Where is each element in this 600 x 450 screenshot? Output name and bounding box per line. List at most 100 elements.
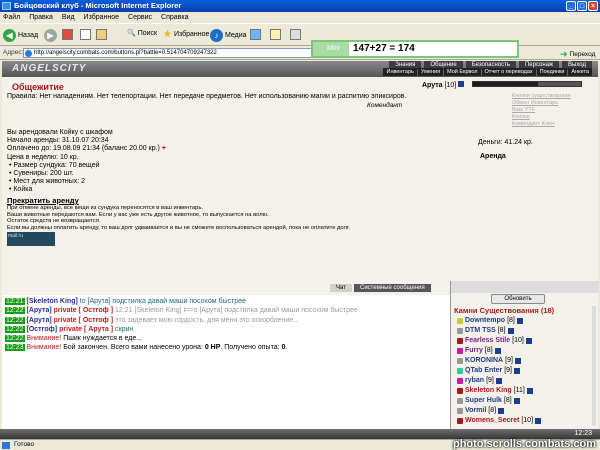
- menu-favorites[interactable]: Избранное: [84, 12, 119, 23]
- info-icon[interactable]: [526, 388, 533, 394]
- user-entry[interactable]: QTab Enter [9]: [457, 366, 541, 376]
- chat-text: это задевает мою гордость, для меня это …: [113, 316, 300, 324]
- side-link-2[interactable]: Обмен Инвентарь: [512, 100, 571, 107]
- info-icon[interactable]: [525, 338, 532, 344]
- online-panel: Обновить Камни Существования (18) Downte…: [450, 281, 599, 429]
- chat-time[interactable]: 12:22: [5, 307, 25, 315]
- home-button[interactable]: [96, 29, 107, 40]
- user-entry[interactable]: Super Hulk [8]: [457, 396, 541, 406]
- user-entry[interactable]: DTM TSS [8]: [457, 326, 541, 336]
- minimize-button[interactable]: _: [566, 1, 576, 11]
- chat-time[interactable]: 12:23: [5, 344, 25, 352]
- print-button[interactable]: [290, 29, 301, 40]
- chat-text: 12:21 [Skeleton King] t==o [Арута] подст…: [113, 307, 358, 315]
- media-button[interactable]: ♪ Медиа: [210, 29, 247, 42]
- tab-system-messages[interactable]: Системные сообщения: [354, 284, 431, 292]
- info-icon[interactable]: [535, 418, 542, 424]
- subtab-profile[interactable]: Анкета: [568, 68, 592, 76]
- clan-icon: [457, 348, 463, 354]
- user-name: Womens_Secret: [465, 417, 520, 424]
- side-link-1[interactable]: Кнопки существования: [512, 93, 571, 100]
- chat-time[interactable]: 12:22: [5, 335, 25, 343]
- refresh-online-button[interactable]: Обновить: [491, 294, 545, 304]
- menu-view[interactable]: Вид: [62, 12, 75, 23]
- hp-bar: [472, 81, 582, 87]
- chat-time[interactable]: 12:21: [5, 298, 25, 305]
- maximize-button[interactable]: □: [577, 1, 587, 11]
- menu-edit[interactable]: Правка: [29, 12, 53, 23]
- chat-panel: Чат Системные сообщения 12:21 [Skeleton …: [2, 281, 450, 429]
- user-entry[interactable]: Womens_Secret [10]: [457, 416, 542, 426]
- search-button[interactable]: 🔍 Поиск: [127, 29, 158, 38]
- chat-private[interactable]: private [ Остгоф ]: [54, 317, 113, 324]
- subtab-ekrvol[interactable]: Мой Екрвол: [444, 68, 481, 76]
- user-entry[interactable]: Skeleton King [11]: [457, 386, 541, 396]
- chat-time[interactable]: 12:22: [5, 325, 25, 333]
- clan-icon: [457, 398, 463, 404]
- online-scrollbar[interactable]: [592, 306, 596, 426]
- chat-sender[interactable]: [Арута]: [26, 307, 51, 314]
- chat-sender[interactable]: [Арута]: [26, 317, 51, 324]
- chat-time[interactable]: 12:22: [5, 316, 25, 324]
- info-icon[interactable]: [498, 408, 505, 414]
- subtab-transfers[interactable]: Отчет о переводах: [481, 68, 536, 76]
- user-entry[interactable]: Fearless Stile [10]: [457, 336, 541, 346]
- go-label: Переход: [569, 51, 596, 58]
- page-icon: [25, 50, 32, 57]
- rent-line-3: Оплачено до: 19.08.09 21:34 (баланс 20.0…: [7, 145, 166, 153]
- refresh-button[interactable]: [80, 29, 91, 40]
- mini-calculator[interactable]: Mini 147+27 = 174: [311, 40, 519, 58]
- chat-sender[interactable]: [Skeleton King]: [26, 298, 77, 305]
- window-controls: _ □ ×: [566, 1, 598, 11]
- menu-file[interactable]: Файл: [3, 12, 20, 23]
- history-button[interactable]: [250, 29, 261, 40]
- info-icon[interactable]: [516, 318, 523, 324]
- stop-button[interactable]: [62, 29, 73, 40]
- menu-tools[interactable]: Сервис: [128, 12, 152, 23]
- forward-button[interactable]: ▶: [44, 29, 57, 42]
- info-icon[interactable]: [514, 358, 521, 364]
- main-area: Общежитие Правила: Нет нападениям. Нет т…: [2, 77, 598, 281]
- menu-help[interactable]: Справка: [161, 12, 188, 23]
- back-button[interactable]: ◀ Назад: [3, 29, 38, 42]
- user-entry[interactable]: Downtempo [8]: [457, 316, 541, 326]
- favorites-button[interactable]: ★ Избранное: [163, 29, 209, 40]
- info-icon[interactable]: [514, 368, 521, 374]
- info-icon[interactable]: [458, 81, 465, 87]
- chat-sender[interactable]: [Остгоф]: [26, 326, 57, 333]
- info-icon[interactable]: [513, 398, 520, 404]
- chat-target[interactable]: [Арута]: [88, 298, 111, 305]
- address-input[interactable]: http://angelscity.combats.com/buttons.pl…: [23, 48, 313, 58]
- chat-text: скрин: [113, 325, 134, 333]
- clan-icon: [457, 318, 463, 324]
- chat-private[interactable]: private [ Остгоф ]: [54, 307, 113, 314]
- chat-private[interactable]: private [ Арута ]: [59, 326, 113, 333]
- tab-chat[interactable]: Чат: [330, 284, 352, 292]
- user-entry[interactable]: ryban [9]: [457, 376, 541, 386]
- subtab-duels[interactable]: Поединки: [536, 68, 568, 76]
- user-entry[interactable]: Furry [8]: [457, 346, 541, 356]
- info-icon[interactable]: [507, 328, 514, 334]
- side-link-5[interactable]: Комендант Ключ: [512, 121, 571, 128]
- search-label: Поиск: [137, 29, 158, 37]
- subtab-inventory[interactable]: Инвентарь: [383, 68, 417, 76]
- address-label: Адрес:: [3, 49, 24, 56]
- side-link-3[interactable]: Ваш YTF: [512, 107, 571, 114]
- info-icon[interactable]: [495, 378, 502, 384]
- mail-button[interactable]: [270, 29, 281, 40]
- subtab-skills[interactable]: Умения: [417, 68, 444, 76]
- damage-value: 0 HP: [204, 344, 221, 352]
- user-entry[interactable]: KORONINA [9]: [457, 356, 541, 366]
- side-link-4[interactable]: Кнопки: [512, 114, 571, 121]
- stop-rent-link[interactable]: Прекратить аренду: [7, 196, 79, 205]
- go-button[interactable]: ➜ Переход: [560, 49, 595, 60]
- mailru-banner[interactable]: mail.ru: [7, 232, 55, 246]
- rent-line-4: Цена в неделю: 10 кр.: [7, 153, 79, 161]
- info-icon[interactable]: [494, 348, 501, 354]
- online-room-header: Камни Существования (18): [454, 306, 555, 315]
- extend-plus-icon[interactable]: +: [162, 145, 166, 152]
- player-name[interactable]: Арута [10]: [422, 81, 465, 89]
- user-entry[interactable]: Vormil [8]: [457, 406, 541, 416]
- close-button[interactable]: ×: [588, 1, 598, 11]
- game-header: ANGELSCITY Знания Общение Безопасность П…: [2, 61, 598, 77]
